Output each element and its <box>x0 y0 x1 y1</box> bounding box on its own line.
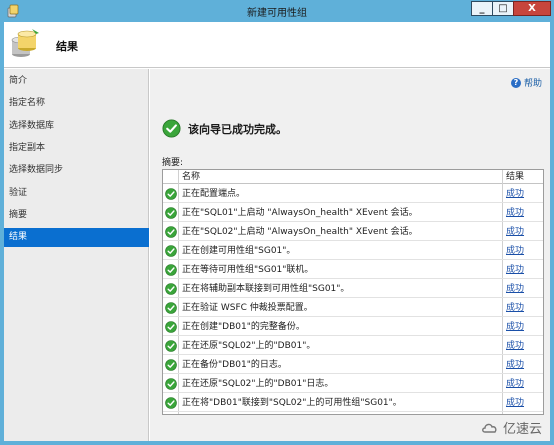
table-row[interactable]: 正在创建"DB01"的完整备份。 成功 <box>163 318 543 336</box>
row-result-link[interactable]: 成功 <box>506 261 524 279</box>
success-check-icon <box>165 397 177 409</box>
row-action-text: 正在还原"SQL02"上的"DB01"日志。 <box>182 379 334 389</box>
close-button[interactable]: X <box>513 1 551 16</box>
success-check-icon <box>165 321 177 333</box>
status-message: 该向导已成功完成。 <box>188 122 287 136</box>
success-check-icon <box>165 283 177 295</box>
row-action-text: 正在将辅助副本联接到可用性组"SG01"。 <box>182 284 350 294</box>
completion-status: 该向导已成功完成。 <box>162 119 287 138</box>
success-check-icon <box>165 359 177 371</box>
table-row[interactable]: 正在还原"SQL02"上的"DB01"日志。 成功 <box>163 375 543 393</box>
row-action-text: 正在"SQL01"上启动 "AlwaysOn_health" XEvent 会话… <box>182 208 418 218</box>
row-result-link[interactable]: 成功 <box>506 242 524 260</box>
table-row[interactable]: 正在将辅助副本联接到可用性组"SG01"。 成功 <box>163 280 543 298</box>
table-row[interactable]: 正在将"DB01"联接到"SQL02"上的可用性组"SG01"。 成功 <box>163 394 543 412</box>
help-link[interactable]: ? 帮助 <box>510 76 542 89</box>
nav-item-data-sync[interactable]: 选择数据同步 <box>4 161 149 180</box>
row-action-text: 正在等待可用性组"SG01"联机。 <box>182 265 314 275</box>
row-action-text: 正在"SQL02"上启动 "AlwaysOn_health" XEvent 会话… <box>182 227 418 237</box>
table-row[interactable]: 正在备份"DB01"的日志。 成功 <box>163 356 543 374</box>
row-result-link[interactable]: 成功 <box>506 394 524 412</box>
wizard-client: 结果 简介 指定名称 选择数据库 指定副本 选择数据同步 验证 摘要 结果 ? … <box>4 22 550 441</box>
results-panel: ? 帮助 该向导已成功完成。 摘要: 名称 结果 正在配置端点。 成功 正在"SQL… <box>150 69 550 441</box>
table-header: 名称 结果 <box>163 170 543 184</box>
cloud-logo-icon <box>482 423 497 433</box>
minimize-button[interactable]: _ <box>471 1 493 16</box>
row-action-text: 正在备份"DB01"的日志。 <box>182 360 287 370</box>
success-check-icon <box>165 207 177 219</box>
row-action-text: 正在还原"SQL02"上的"DB01"。 <box>182 341 316 351</box>
row-action-text: 正在配置端点。 <box>182 189 246 199</box>
nav-item-specify-replicas[interactable]: 指定副本 <box>4 139 149 158</box>
success-check-icon <box>165 340 177 352</box>
wizard-nav: 简介 指定名称 选择数据库 指定副本 选择数据同步 验证 摘要 结果 <box>4 69 149 441</box>
success-check-icon <box>165 245 177 257</box>
watermark-text: 亿速云 <box>502 422 542 437</box>
row-result-link[interactable]: 成功 <box>506 375 524 393</box>
nav-item-select-databases[interactable]: 选择数据库 <box>4 117 149 136</box>
window: 新建可用性组 _ □ X 结果 简介 指定名称 选择数据库 指定副本 选择数据同… <box>0 0 554 445</box>
help-icon: ? <box>510 77 521 88</box>
row-result-link[interactable]: 成功 <box>506 299 524 317</box>
nav-item-summary[interactable]: 摘要 <box>4 206 149 225</box>
row-action-text: 正在验证 WSFC 仲裁投票配置。 <box>182 303 313 313</box>
help-label: 帮助 <box>523 79 542 89</box>
watermark: 亿速云 <box>481 418 542 437</box>
table-row[interactable]: 正在"SQL01"上启动 "AlwaysOn_health" XEvent 会话… <box>163 204 543 222</box>
results-table: 名称 结果 正在配置端点。 成功 正在"SQL01"上启动 "AlwaysOn_he… <box>162 169 544 415</box>
table-row[interactable]: 正在还原"SQL02"上的"DB01"。 成功 <box>163 337 543 355</box>
row-result-link[interactable]: 成功 <box>506 337 524 355</box>
summary-label: 摘要: <box>162 158 184 168</box>
row-action-text: 正在创建"DB01"的完整备份。 <box>182 322 305 332</box>
table-row[interactable]: 正在验证 WSFC 仲裁投票配置。 成功 <box>163 299 543 317</box>
success-check-icon <box>162 119 181 138</box>
column-header-result[interactable]: 结果 <box>506 170 524 184</box>
row-result-link[interactable]: 成功 <box>506 204 524 222</box>
nav-item-results[interactable]: 结果 <box>4 228 149 247</box>
row-result-link[interactable]: 成功 <box>506 223 524 241</box>
success-check-icon <box>165 188 177 200</box>
success-check-icon <box>165 378 177 390</box>
table-row[interactable]: 正在"SQL02"上启动 "AlwaysOn_health" XEvent 会话… <box>163 223 543 241</box>
row-action-text: 正在将"DB01"联接到"SQL02"上的可用性组"SG01"。 <box>182 398 402 408</box>
nav-item-intro[interactable]: 简介 <box>4 72 149 91</box>
success-check-icon <box>165 264 177 276</box>
table-row[interactable]: 正在等待可用性组"SG01"联机。 成功 <box>163 261 543 279</box>
wizard-header: 结果 <box>4 22 550 68</box>
nav-item-specify-name[interactable]: 指定名称 <box>4 94 149 113</box>
table-row[interactable]: 正在配置端点。 成功 <box>163 185 543 203</box>
row-result-link[interactable]: 成功 <box>506 356 524 374</box>
success-check-icon <box>165 302 177 314</box>
nav-item-validation[interactable]: 验证 <box>4 184 149 203</box>
maximize-button[interactable]: □ <box>492 1 514 16</box>
row-result-link[interactable]: 成功 <box>506 185 524 203</box>
table-row[interactable]: 正在创建可用性组"SG01"。 成功 <box>163 242 543 260</box>
page-title: 结果 <box>56 40 78 53</box>
column-header-name[interactable]: 名称 <box>182 170 200 184</box>
row-action-text: 正在创建可用性组"SG01"。 <box>182 246 296 256</box>
title-bar: 新建可用性组 _ □ X <box>0 0 554 22</box>
row-result-link[interactable]: 成功 <box>506 280 524 298</box>
row-result-link[interactable]: 成功 <box>506 318 524 336</box>
database-wizard-icon <box>11 29 39 57</box>
success-check-icon <box>165 226 177 238</box>
